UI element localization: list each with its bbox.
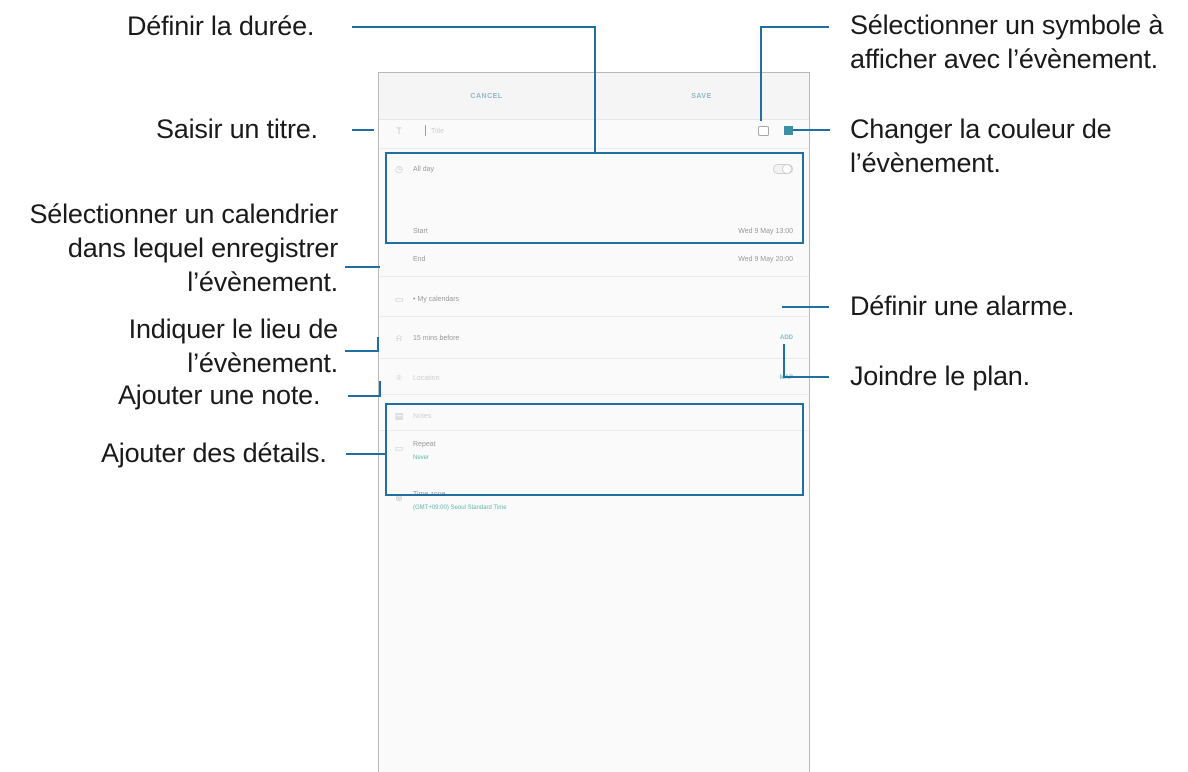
- divider: [379, 276, 809, 277]
- callout-color-line: l’évènement.: [850, 148, 1001, 178]
- callout-note: Ajouter une note.: [118, 380, 321, 410]
- text-cursor: [425, 125, 426, 136]
- end-value[interactable]: Wed 9 May 20:00: [738, 256, 793, 263]
- connector-line: [783, 344, 785, 378]
- callout-calendar: Sélectionner un calendrier dans lequel e…: [30, 197, 339, 299]
- connector-line: [377, 337, 379, 352]
- location-row[interactable]: ⌾ Location MAP: [379, 370, 809, 386]
- callout-sticker-line: Sélectionner un symbole à: [850, 10, 1164, 40]
- details-highlight-box: [385, 403, 804, 496]
- callout-location-line: Indiquer le lieu de: [128, 314, 339, 344]
- connector-line: [348, 395, 380, 397]
- callout-color: Changer la couleur de l’évènement.: [850, 112, 1112, 180]
- title-input[interactable]: Title: [431, 128, 444, 135]
- callout-location-line: l’évènement.: [187, 348, 338, 378]
- cancel-button[interactable]: CANCEL: [379, 93, 594, 100]
- connector-line: [379, 381, 381, 397]
- connector-line: [346, 453, 386, 455]
- callout-color-line: Changer la couleur de: [850, 114, 1112, 144]
- callout-title: Saisir un titre.: [156, 114, 318, 144]
- connector-line: [594, 26, 596, 152]
- sticker-icon[interactable]: [758, 126, 769, 136]
- connector-line: [760, 26, 762, 121]
- calendar-value[interactable]: • My calendars: [413, 296, 459, 303]
- connector-line: [782, 306, 829, 308]
- end-label: End: [413, 255, 426, 263]
- connector-line: [793, 129, 830, 131]
- callout-sticker: Sélectionner un symbole à afficher avec …: [850, 8, 1163, 76]
- calendar-icon: ▭: [394, 293, 404, 304]
- add-alarm-button[interactable]: ADD: [780, 335, 793, 341]
- callout-calendar-line: dans lequel enregistrer: [67, 233, 338, 263]
- reminder-value[interactable]: 15 mins before: [413, 335, 459, 342]
- connector-line: [345, 266, 380, 268]
- callout-calendar-line: Sélectionner un calendrier: [29, 199, 339, 229]
- divider: [379, 358, 809, 359]
- connector-line: [761, 26, 829, 28]
- divider: [379, 394, 809, 395]
- callout-alarm: Définir une alarme.: [850, 291, 1075, 321]
- annotated-figure: CANCEL SAVE T Title ◷ All day Start Wed …: [0, 0, 1188, 772]
- connector-line: [783, 376, 829, 378]
- callout-calendar-line: l’évènement.: [187, 267, 338, 297]
- divider: [379, 316, 809, 317]
- calendar-row[interactable]: ▭ • My calendars: [379, 291, 809, 307]
- callout-sticker-line: afficher avec l’évènement.: [850, 44, 1158, 74]
- reminder-row[interactable]: ⍾ 15 mins before ADD: [379, 330, 809, 346]
- connector-line: [352, 26, 596, 28]
- connector-line: [345, 350, 378, 352]
- bell-icon: ⍾: [396, 332, 402, 343]
- title-icon: T: [396, 126, 402, 136]
- connector-line: [352, 129, 374, 131]
- pin-icon: ⌾: [396, 372, 402, 383]
- save-button[interactable]: SAVE: [594, 93, 809, 100]
- end-row[interactable]: End Wed 9 May 20:00: [379, 251, 809, 267]
- callout-location: Indiquer le lieu de l’évènement.: [128, 312, 339, 380]
- timezone-value[interactable]: (GMT+09:00) Seoul Standard Time: [413, 505, 507, 511]
- color-swatch[interactable]: [784, 126, 793, 135]
- duration-highlight-box: [385, 152, 804, 244]
- location-input[interactable]: Location: [413, 375, 439, 382]
- callout-map: Joindre le plan.: [850, 361, 1030, 391]
- callout-details: Ajouter des détails.: [101, 438, 327, 468]
- callout-duration: Définir la durée.: [127, 11, 315, 41]
